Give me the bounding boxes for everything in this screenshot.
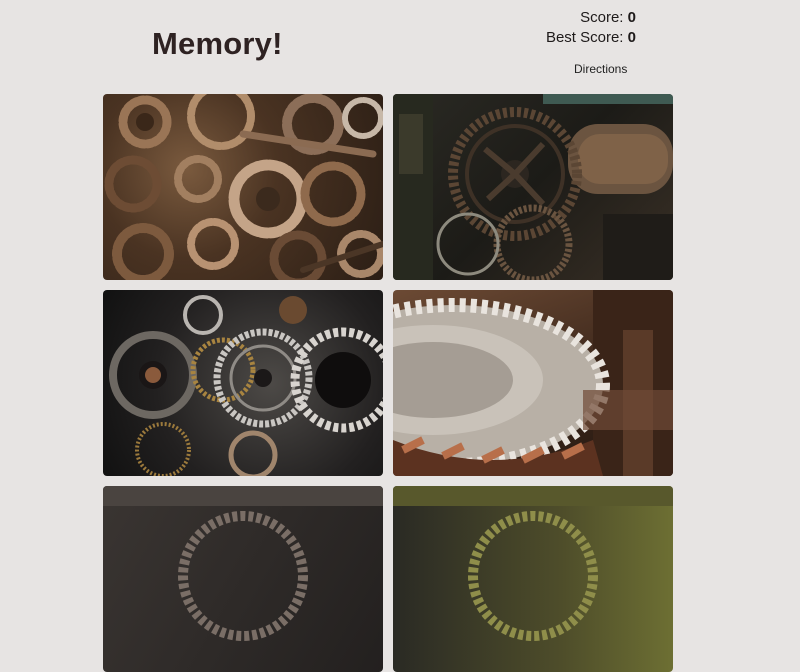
memory-card-5[interactable] [103,486,383,672]
watch-gears-image [109,295,383,476]
memory-card-4[interactable] [393,290,673,476]
memory-card-6[interactable] [393,486,673,672]
gear-card-image [393,486,673,641]
large-gear-wheel-image [393,290,673,476]
memory-card-2[interactable] [393,94,673,280]
memory-card-1[interactable] [103,94,383,280]
directions-link[interactable]: Directions [574,62,627,76]
rusty-gears-image [104,94,383,280]
best-score-value: 0 [627,29,636,46]
best-score-label: Best Score: [545,29,624,46]
score-value: 0 [627,9,636,26]
memory-card-3[interactable] [103,290,383,476]
score-panel: Score: 0 Best Score: 0 [546,8,636,48]
score-label: Score: [580,9,624,26]
page-title: Memory! [152,26,283,61]
card-grid [103,94,673,672]
gear-card-image [103,486,383,641]
old-machine-image [393,94,673,280]
best-score-line: Best Score: 0 [546,28,636,48]
score-line: Score: 0 [546,8,636,28]
